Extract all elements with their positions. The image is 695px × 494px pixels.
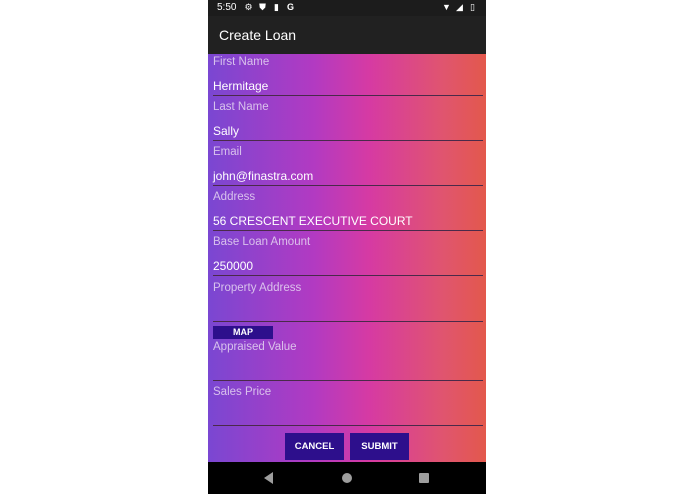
first-name-input[interactable]: Hermitage [213, 79, 268, 93]
status-icons-left: ⚙ ⛊ ▮ G [244, 2, 295, 13]
shield-icon: ⛊ [259, 2, 266, 12]
home-icon[interactable] [342, 473, 352, 483]
signal-icon: ◢ [456, 2, 463, 12]
email-input[interactable]: john@finastra.com [213, 169, 313, 183]
appraised-value-underline [213, 380, 483, 381]
navigation-bar [208, 462, 486, 494]
last-name-label: Last Name [213, 101, 269, 113]
phone-screen: 5:50 ⚙ ⛊ ▮ G ▼ ◢ ▯ Create Loan First Nam… [208, 0, 486, 494]
last-name-underline [213, 140, 483, 141]
address-label: Address [213, 191, 256, 203]
cancel-button[interactable]: CANCEL [285, 433, 344, 460]
property-address-underline [213, 321, 483, 322]
status-bar: 5:50 ⚙ ⛊ ▮ G ▼ ◢ ▯ [208, 0, 486, 16]
last-name-input[interactable]: Sally [213, 124, 239, 138]
sales-price-label: Sales Price [213, 386, 272, 398]
base-loan-amount-label: Base Loan Amount [213, 236, 311, 248]
email-label: Email [213, 146, 242, 158]
first-name-label: First Name [213, 56, 270, 68]
gear-icon: ⚙ [244, 2, 253, 12]
sd-card-icon: ▮ [274, 2, 279, 12]
app-bar: Create Loan [208, 16, 486, 54]
first-name-underline [213, 95, 483, 96]
base-loan-amount-input[interactable]: 250000 [213, 259, 253, 273]
status-time: 5:50 [217, 2, 237, 13]
base-loan-amount-underline [213, 275, 483, 276]
wifi-icon: ▼ [442, 2, 451, 12]
property-address-label: Property Address [213, 282, 302, 294]
submit-button[interactable]: SUBMIT [350, 433, 409, 460]
back-icon[interactable] [264, 472, 273, 484]
appraised-value-label: Appraised Value [213, 341, 297, 353]
battery-icon: ▯ [470, 2, 475, 12]
recents-icon[interactable] [419, 473, 429, 483]
map-button[interactable]: MAP [213, 326, 273, 339]
status-icons-right: ▼ ◢ ▯ [442, 2, 477, 13]
email-underline [213, 185, 483, 186]
address-underline [213, 230, 483, 231]
address-input[interactable]: 56 CRESCENT EXECUTIVE COURT [213, 214, 413, 228]
sales-price-underline [213, 425, 483, 426]
page-title: Create Loan [219, 27, 297, 43]
google-icon: G [286, 2, 294, 12]
loan-form: First Name Hermitage Last Name Sally Ema… [208, 54, 486, 462]
